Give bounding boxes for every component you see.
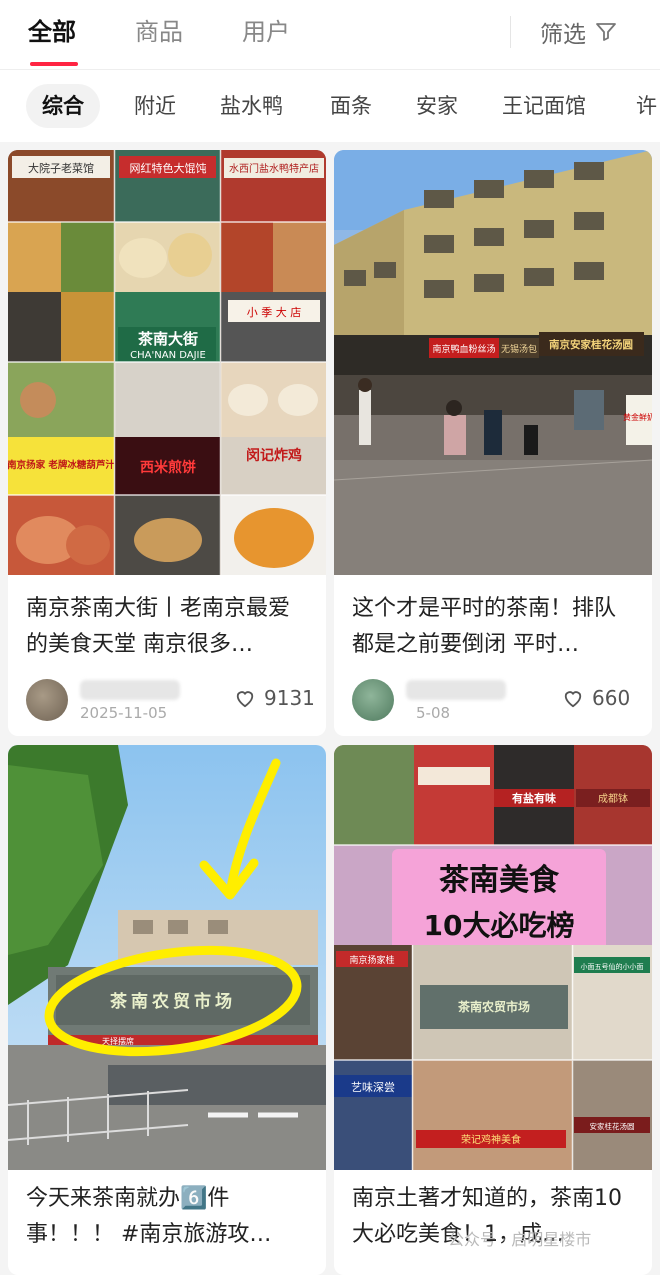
sign-xiaomian: 小面五号仙的小小面 [581, 962, 644, 971]
card-1-cover-image[interactable]: 大院子老菜馆 网红特色大馄饨 水西门盐水鸭特产店 茶南大街 CHA'NAN DA… [8, 150, 326, 575]
card-1-author-avatar[interactable] [26, 679, 68, 721]
filter-button[interactable]: 筛选 [540, 14, 618, 50]
heart-icon [564, 691, 582, 708]
top-right-shop-sign: 水西门盐水鸭特产店 [229, 162, 319, 175]
sign-yiwei: 艺味深尝 [351, 1081, 395, 1094]
chip-comprehensive[interactable]: 综合 [26, 84, 100, 128]
keyword-chip-bar: 综合 附近 盐水鸭 面条 安家 王记面馆 许 [0, 70, 660, 142]
card-1-title[interactable]: 南京茶南大街丨老南京最爱的美食天堂 南京很多… [26, 591, 310, 663]
card-2-like-count: 660 [592, 686, 631, 710]
card-2-author-avatar[interactable] [352, 679, 394, 721]
filter-label: 筛选 [540, 22, 586, 48]
card-2-date: 5-08 [416, 704, 451, 722]
card-1-author-name-blurred[interactable] [80, 680, 180, 700]
divider [510, 16, 511, 48]
sign-rongji: 荣记鸡神美食 [461, 1133, 521, 1146]
street-sign-pinyin: CHA'NAN DAJIE [130, 350, 206, 361]
shop-sign-right: 闵记炸鸡 [246, 447, 302, 464]
top-mid-shop-sign: 网红特色大馄饨 [130, 161, 207, 175]
sign-wuxi-dumpling: 无锡汤包 [501, 343, 537, 355]
card-3-title[interactable]: 今天来茶南就办6️⃣件事！！！ #南京旅游攻… [26, 1181, 310, 1253]
note-card-4[interactable]: 有盐有味 成都钵 茶南美食 10大必吃榜 南京扬家桂 茶南农贸市场 小面五号仙的… [334, 745, 652, 1275]
small-shop-sign: 小 季 大 店 [247, 305, 302, 319]
note-card-2[interactable]: 南京鸭血粉丝汤 无锡汤包 南京安家桂花汤圆 黄金鲜奶 这个才是平时的茶南！排队都… [334, 150, 652, 736]
card-1-date: 2025-11-05 [80, 704, 168, 722]
watermark: 公众号 · 启明星楼市 [448, 1230, 592, 1249]
sign-you-yan: 有盐有味 [512, 791, 556, 805]
chip-salted-duck[interactable]: 盐水鸭 [204, 84, 299, 128]
card-2-title[interactable]: 这个才是平时的茶南！排队都是之前要倒闭 平时… [352, 591, 636, 663]
sign-anjia-tangyuan: 安家桂花汤圆 [590, 1121, 635, 1131]
tab-all[interactable]: 全部 [28, 14, 76, 50]
market-sign: 茶南农贸市场 [110, 991, 236, 1012]
overlay-title-line1: 茶南美食 [439, 863, 560, 898]
card-2-author-name-blurred[interactable] [406, 680, 506, 700]
chip-anjia[interactable]: 安家 [400, 84, 474, 128]
card-2-like-button[interactable]: 660 [562, 686, 630, 710]
chip-nearby[interactable]: 附近 [118, 84, 192, 128]
active-tab-indicator [30, 62, 78, 66]
chip-wangji-noodles[interactable]: 王记面馆 [486, 84, 602, 128]
chip-xu[interactable]: 许 [620, 84, 660, 128]
market-sign: 茶南农贸市场 [457, 999, 530, 1014]
shop-sign-mid: 西米煎饼 [140, 459, 196, 476]
sign-chengdu: 成都钵 [598, 792, 628, 805]
sign-anjia: 南京安家桂花汤圆 [549, 338, 633, 351]
card-3-cover-image[interactable]: 茶南农贸市场 天择摆席 [8, 745, 326, 1170]
card-2-cover-image[interactable]: 南京鸭血粉丝汤 无锡汤包 南京安家桂花汤圆 黄金鲜奶 [334, 150, 652, 575]
card-1-like-button[interactable]: 9131 [234, 686, 315, 710]
top-tab-bar: 全部 商品 用户 筛选 [0, 0, 660, 70]
street-sign-cn: 茶南大街 [138, 330, 198, 348]
sign-duck-blood: 南京鸭血粉丝汤 [432, 343, 495, 355]
card-1-like-count: 9131 [264, 686, 315, 710]
side-sign: 黄金鲜奶 [623, 412, 652, 422]
note-card-3[interactable]: 茶南农贸市场 天择摆席 今天来茶南就办6️⃣件事！！！ #南京旅游攻… [8, 745, 326, 1275]
heart-icon [236, 691, 254, 708]
note-card-1[interactable]: 大院子老菜馆 网红特色大馄饨 水西门盐水鸭特产店 茶南大街 CHA'NAN DA… [8, 150, 326, 736]
top-left-shop-sign: 大院子老菜馆 [28, 161, 94, 175]
shop-sign-left: 南京扬家 老牌冰糖葫芦汁 [8, 459, 115, 471]
chip-noodles[interactable]: 面条 [314, 84, 388, 128]
card-4-cover-image[interactable]: 有盐有味 成都钵 茶南美食 10大必吃榜 南京扬家桂 茶南农贸市场 小面五号仙的… [334, 745, 652, 1170]
filter-funnel-icon [596, 23, 616, 41]
tab-users[interactable]: 用户 [242, 14, 290, 50]
overlay-title-line2: 10大必吃榜 [424, 909, 575, 942]
sign-yangjia: 南京扬家桂 [349, 954, 394, 966]
tab-products[interactable]: 商品 [135, 14, 183, 50]
lower-sign: 天择摆席 [102, 1036, 134, 1046]
